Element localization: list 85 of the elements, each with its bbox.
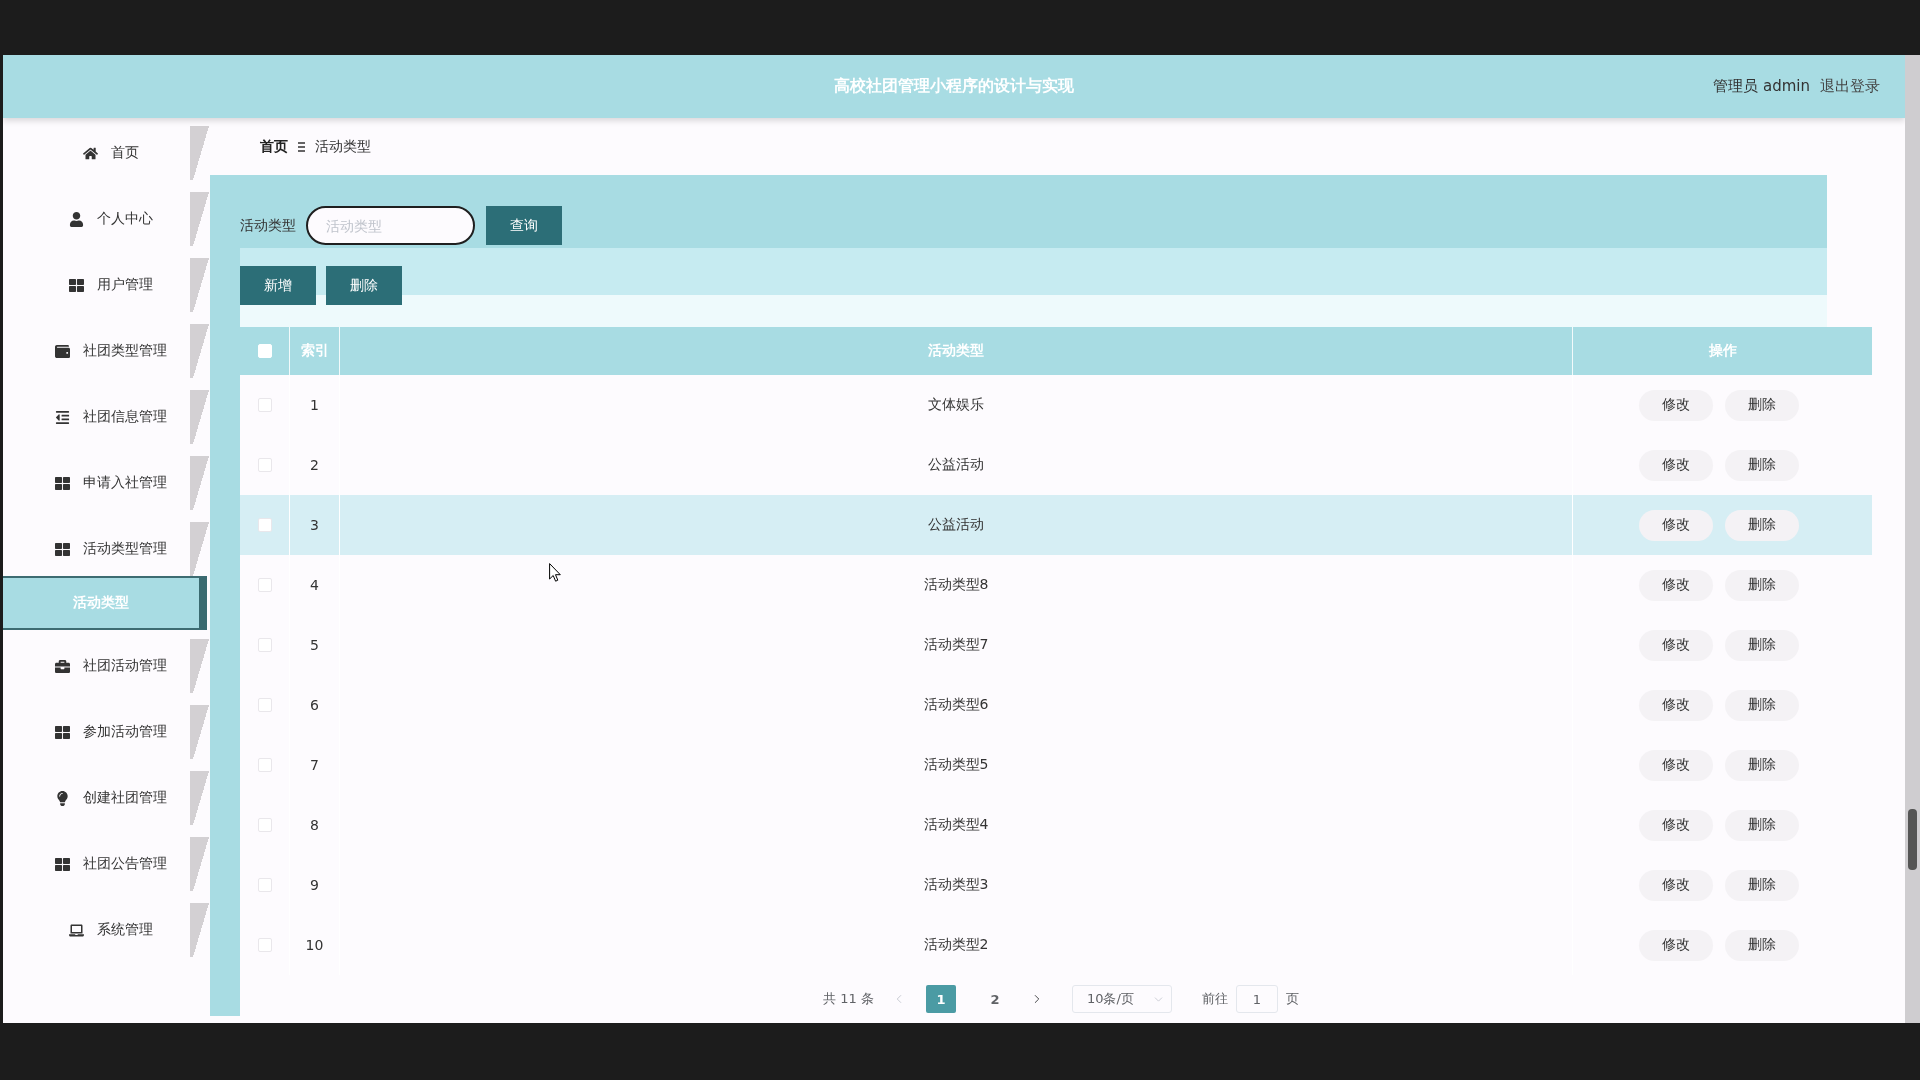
jump-unit: 页 [1285, 990, 1299, 1008]
column-header: 活动类型 [928, 342, 984, 360]
home-icon [83, 145, 98, 161]
list-icon [55, 409, 70, 425]
activity-type-name: 活动类型6 [923, 696, 989, 714]
row-checkbox[interactable] [257, 578, 272, 592]
row-checkbox[interactable] [257, 518, 272, 532]
briefcase-icon [55, 658, 70, 674]
activity-type-name: 活动类型5 [923, 756, 989, 774]
grid-icon [69, 277, 84, 293]
breadcrumb-current: 活动类型 [315, 137, 371, 156]
grid-icon [55, 475, 70, 491]
row-checkbox[interactable] [257, 458, 272, 472]
activity-type-name: 活动类型4 [923, 816, 989, 834]
grid-icon [55, 541, 70, 557]
row-index: 4 [310, 577, 319, 593]
edit-button[interactable]: 修改 [1638, 929, 1713, 961]
page-number[interactable]: 2 [979, 985, 1010, 1013]
search-label: 活动类型 [240, 216, 296, 235]
row-checkbox[interactable] [257, 938, 272, 952]
wallet-icon [55, 343, 70, 359]
delete-button[interactable]: 删除 [326, 266, 402, 305]
delete-row-button[interactable]: 删除 [1724, 689, 1799, 721]
delete-row-button[interactable]: 删除 [1724, 569, 1799, 601]
row-index: 7 [310, 757, 319, 773]
row-checkbox[interactable] [257, 638, 272, 652]
row-checkbox[interactable] [257, 398, 272, 412]
row-index: 3 [310, 517, 319, 533]
edit-button[interactable]: 修改 [1638, 809, 1713, 841]
delete-row-button[interactable]: 删除 [1724, 629, 1799, 661]
edit-button[interactable]: 修改 [1638, 689, 1713, 721]
delete-row-button[interactable]: 删除 [1724, 809, 1799, 841]
row-index: 6 [310, 697, 319, 713]
row-index: 2 [310, 457, 319, 473]
activity-type-name: 公益活动 [928, 516, 984, 534]
laptop-icon [69, 922, 84, 938]
user-icon [69, 211, 84, 227]
search-field[interactable]: 活动类型 [306, 206, 475, 245]
row-index: 10 [305, 937, 324, 953]
activity-type-name: 活动类型2 [923, 936, 989, 954]
activity-type-name: 活动类型8 [923, 576, 989, 594]
activity-type-name: 公益活动 [928, 456, 984, 474]
logout-link[interactable]: 退出登录 [1820, 77, 1880, 96]
breadcrumb-separator-icon [298, 141, 305, 152]
edit-button[interactable]: 修改 [1638, 509, 1713, 541]
grid-icon [55, 724, 70, 740]
edit-button[interactable]: 修改 [1638, 629, 1713, 661]
query-button[interactable]: 查询 [486, 206, 562, 245]
delete-row-button[interactable]: 删除 [1724, 749, 1799, 781]
scrollbar-thumb[interactable] [1908, 809, 1917, 870]
select-all-checkbox[interactable] [257, 344, 272, 358]
row-checkbox[interactable] [257, 698, 272, 712]
row-index: 5 [310, 637, 319, 653]
column-header: 索引 [300, 342, 329, 360]
row-index: 1 [310, 397, 319, 413]
jump-label: 前往 [1201, 990, 1228, 1008]
row-index: 9 [310, 877, 319, 893]
jump-page-field[interactable]: 1 [1235, 985, 1278, 1013]
add-button[interactable]: 新增 [240, 266, 316, 305]
activity-type-name: 活动类型3 [923, 876, 989, 894]
row-checkbox[interactable] [257, 818, 272, 832]
edit-button[interactable]: 修改 [1638, 569, 1713, 601]
column-header: 操作 [1708, 342, 1737, 360]
row-checkbox[interactable] [257, 878, 272, 892]
activity-type-name: 活动类型7 [923, 636, 989, 654]
delete-row-button[interactable]: 删除 [1724, 389, 1799, 421]
delete-row-button[interactable]: 删除 [1724, 449, 1799, 481]
breadcrumb-link[interactable]: 首页 [260, 137, 288, 156]
edit-button[interactable]: 修改 [1638, 449, 1713, 481]
admin-user-label: 管理员 admin [1713, 77, 1810, 96]
delete-row-button[interactable]: 删除 [1724, 509, 1799, 541]
grid-icon [55, 856, 70, 872]
total-count: 共 11 条 [823, 990, 874, 1008]
delete-row-button[interactable]: 删除 [1724, 929, 1799, 961]
row-index: 8 [310, 817, 319, 833]
app-title: 高校社团管理小程序的设计与实现 [834, 76, 1074, 97]
edit-button[interactable]: 修改 [1638, 749, 1713, 781]
page-size-select[interactable]: 10条/页 [1071, 985, 1172, 1013]
edit-button[interactable]: 修改 [1638, 389, 1713, 421]
edit-button[interactable]: 修改 [1638, 869, 1713, 901]
delete-row-button[interactable]: 删除 [1724, 869, 1799, 901]
row-checkbox[interactable] [257, 758, 272, 772]
lightbulb-icon [55, 790, 70, 806]
mouse-cursor-icon [549, 563, 561, 582]
activity-type-name: 文体娱乐 [928, 396, 984, 414]
